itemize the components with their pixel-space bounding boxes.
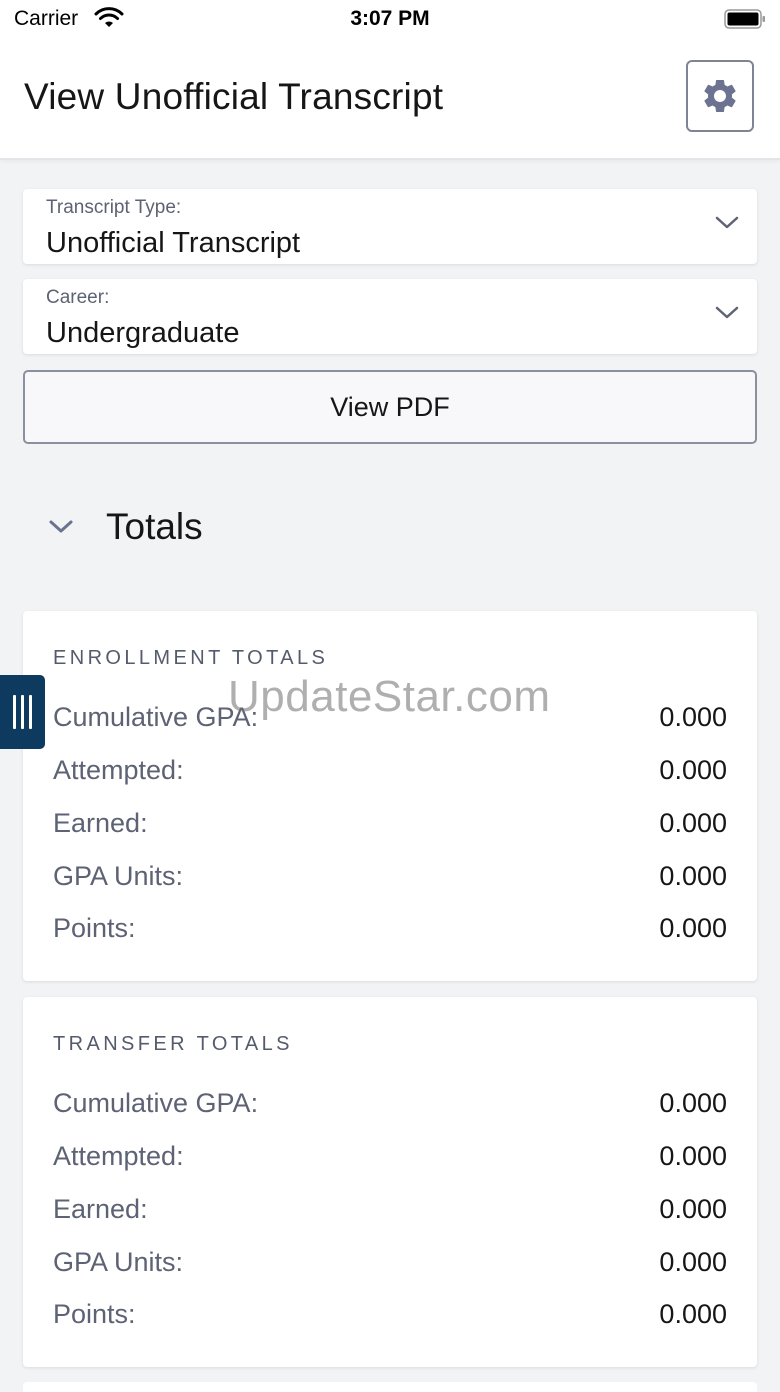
row-value: 0.000 [659,1088,727,1118]
status-bar: Carrier 3:07 PM [0,0,780,40]
gear-icon [704,79,736,112]
status-time: 3:07 PM [350,7,430,30]
transfer-totals-heading: TRANSFER TOTALS [53,1033,293,1055]
transfer-row-cumulative-gpa: Cumulative GPA: 0.000 [53,1088,727,1128]
transfer-row-earned: Earned: 0.000 [53,1194,727,1234]
transcript-type-select[interactable]: Transcript Type: Unofficial Transcript [23,189,757,264]
chevron-down-icon [715,216,739,229]
row-label: Attempted: [53,755,184,785]
enrollment-row-earned: Earned: 0.000 [53,808,727,848]
row-label: Attempted: [53,1141,184,1171]
drawer-handle-bar [13,695,16,729]
row-label: Earned: [53,1194,148,1224]
transcript-type-value: Unofficial Transcript [46,227,301,259]
page-title: View Unofficial Transcript [24,76,444,117]
battery-icon [724,9,765,29]
side-drawer-handle[interactable] [0,675,45,749]
enrollment-totals-card: ENROLLMENT TOTALS Cumulative GPA: 0.000 … [23,611,757,981]
row-label: Earned: [53,808,148,838]
row-label: Points: [53,1299,136,1329]
row-value: 0.000 [659,861,727,891]
watermark: UpdateStar.com [228,672,551,721]
row-value: 0.000 [659,808,727,838]
transfer-row-gpa-units: GPA Units: 0.000 [53,1247,727,1287]
next-card-peek [23,1382,757,1392]
enrollment-totals-heading: ENROLLMENT TOTALS [53,647,329,669]
enrollment-row-points: Points: 0.000 [53,913,727,953]
settings-button[interactable] [686,60,754,132]
row-label: Points: [53,913,136,943]
row-label: GPA Units: [53,1247,184,1277]
row-label: Cumulative GPA: [53,1088,259,1118]
career-value: Undergraduate [46,317,240,349]
drawer-handle-bar [29,695,32,729]
row-label: GPA Units: [53,861,184,891]
transcript-type-label: Transcript Type: [46,197,182,218]
transfer-totals-card: TRANSFER TOTALS Cumulative GPA: 0.000 At… [23,997,757,1367]
chevron-down-icon [715,306,739,319]
career-select[interactable]: Career: Undergraduate [23,279,757,354]
row-value: 0.000 [659,702,727,732]
view-pdf-button[interactable]: View PDF [23,370,757,444]
enrollment-row-attempted: Attempted: 0.000 [53,755,727,795]
row-value: 0.000 [659,755,727,785]
enrollment-row-gpa-units: GPA Units: 0.000 [53,861,727,901]
page-header: View Unofficial Transcript [0,40,780,160]
row-value: 0.000 [659,1194,727,1224]
transfer-row-attempted: Attempted: 0.000 [53,1141,727,1181]
career-label: Career: [46,287,110,308]
drawer-handle-bar [21,695,24,729]
row-value: 0.000 [659,1247,727,1277]
transfer-row-points: Points: 0.000 [53,1299,727,1339]
row-value: 0.000 [659,1141,727,1171]
row-value: 0.000 [659,913,727,943]
row-value: 0.000 [659,1299,727,1329]
chevron-down-icon[interactable] [48,516,74,538]
totals-section-title[interactable]: Totals [106,506,203,548]
